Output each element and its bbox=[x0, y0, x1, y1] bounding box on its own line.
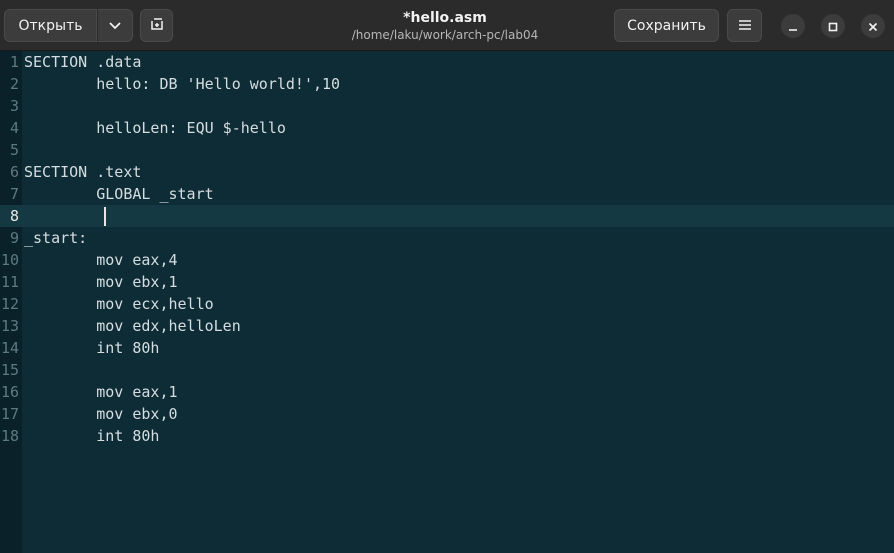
code-line[interactable]: 6 SECTION .text bbox=[0, 161, 894, 183]
open-button[interactable]: Открыть bbox=[4, 9, 97, 42]
line-number: 7 bbox=[9, 185, 19, 203]
code-text: SECTION .text bbox=[24, 163, 142, 181]
code-line[interactable]: 11 mov ebx,1 bbox=[0, 271, 894, 293]
line-number: 4 bbox=[9, 119, 19, 137]
code-line[interactable]: 10 mov eax,4 bbox=[0, 249, 894, 271]
line-number: 12 bbox=[0, 295, 19, 313]
document-path: /home/laku/work/arch-pc/lab04 bbox=[351, 28, 539, 42]
code-text: mov ebx,1 bbox=[24, 273, 178, 291]
chevron-down-icon bbox=[109, 18, 121, 34]
code-line[interactable]: 17 mov ebx,0 bbox=[0, 403, 894, 425]
line-number: 18 bbox=[0, 427, 19, 445]
line-number: 6 bbox=[9, 163, 19, 181]
code-text: mov eax,4 bbox=[24, 251, 178, 269]
text-cursor bbox=[104, 207, 106, 226]
code-text: hello: DB 'Hello world!',10 bbox=[24, 75, 341, 93]
line-number: 10 bbox=[0, 251, 19, 269]
open-button-label: Открыть bbox=[18, 17, 83, 34]
code-line[interactable]: 5 bbox=[0, 139, 894, 161]
code-text: mov ebx,0 bbox=[24, 405, 178, 423]
code-line[interactable]: 1 SECTION .data bbox=[0, 51, 894, 73]
line-number: 5 bbox=[9, 141, 19, 159]
code-line[interactable]: 8 bbox=[0, 205, 894, 227]
header-bar: Открыть *hello.asm /home/laku/work/arch-… bbox=[0, 0, 894, 51]
close-button[interactable] bbox=[861, 14, 885, 38]
code-text: mov eax,1 bbox=[24, 383, 178, 401]
maximize-button[interactable] bbox=[821, 14, 845, 38]
code-line[interactable]: 12 mov ecx,hello bbox=[0, 293, 894, 315]
line-number: 14 bbox=[0, 339, 19, 357]
line-number: 3 bbox=[9, 97, 19, 115]
code-line[interactable]: 16 mov eax,1 bbox=[0, 381, 894, 403]
code-line[interactable]: 18 int 80h bbox=[0, 425, 894, 447]
code-text: _start: bbox=[24, 229, 88, 247]
close-icon bbox=[868, 17, 878, 36]
code-text: int 80h bbox=[24, 339, 160, 357]
save-button-label: Сохранить bbox=[627, 17, 706, 34]
line-number: 2 bbox=[9, 75, 19, 93]
code-text: helloLen: EQU $-hello bbox=[24, 119, 286, 137]
line-number: 8 bbox=[9, 207, 19, 225]
code-line[interactable]: 3 bbox=[0, 95, 894, 117]
minimize-icon bbox=[788, 17, 798, 36]
code-line[interactable]: 9 _start: bbox=[0, 227, 894, 249]
line-number: 17 bbox=[0, 405, 19, 423]
minimize-button[interactable] bbox=[781, 14, 805, 38]
line-number: 1 bbox=[9, 53, 19, 71]
line-number: 11 bbox=[0, 273, 19, 291]
code-line[interactable]: 7 GLOBAL _start bbox=[0, 183, 894, 205]
new-tab-button[interactable] bbox=[140, 9, 173, 42]
line-number: 13 bbox=[0, 317, 19, 335]
line-number: 15 bbox=[0, 361, 19, 379]
text-editor-window: Открыть *hello.asm /home/laku/work/arch-… bbox=[0, 0, 894, 553]
main-menu-button[interactable] bbox=[727, 9, 762, 42]
code-line[interactable]: 4 helloLen: EQU $-hello bbox=[0, 117, 894, 139]
code-text: int 80h bbox=[24, 427, 160, 445]
document-title: *hello.asm bbox=[403, 10, 487, 26]
code-line[interactable]: 15 bbox=[0, 359, 894, 381]
new-tab-icon bbox=[150, 17, 164, 35]
line-number: 9 bbox=[9, 229, 19, 247]
code-line[interactable]: 2 hello: DB 'Hello world!',10 bbox=[0, 73, 894, 95]
code-editor[interactable]: 1 SECTION .data 2 hello: DB 'Hello world!'… bbox=[0, 51, 894, 553]
maximize-icon bbox=[828, 17, 838, 36]
save-button[interactable]: Сохранить bbox=[614, 9, 719, 42]
code-line[interactable]: 14 int 80h bbox=[0, 337, 894, 359]
line-number: 16 bbox=[0, 383, 19, 401]
code-text: SECTION .data bbox=[24, 53, 142, 71]
code-text: GLOBAL _start bbox=[24, 185, 214, 203]
hamburger-menu-icon bbox=[738, 18, 751, 34]
open-menu-button[interactable] bbox=[97, 9, 133, 42]
title-block: *hello.asm /home/laku/work/arch-pc/lab04 bbox=[250, 9, 640, 43]
code-text: mov edx,helloLen bbox=[24, 317, 241, 335]
code-line[interactable]: 13 mov edx,helloLen bbox=[0, 315, 894, 337]
code-text: mov ecx,hello bbox=[24, 295, 214, 313]
